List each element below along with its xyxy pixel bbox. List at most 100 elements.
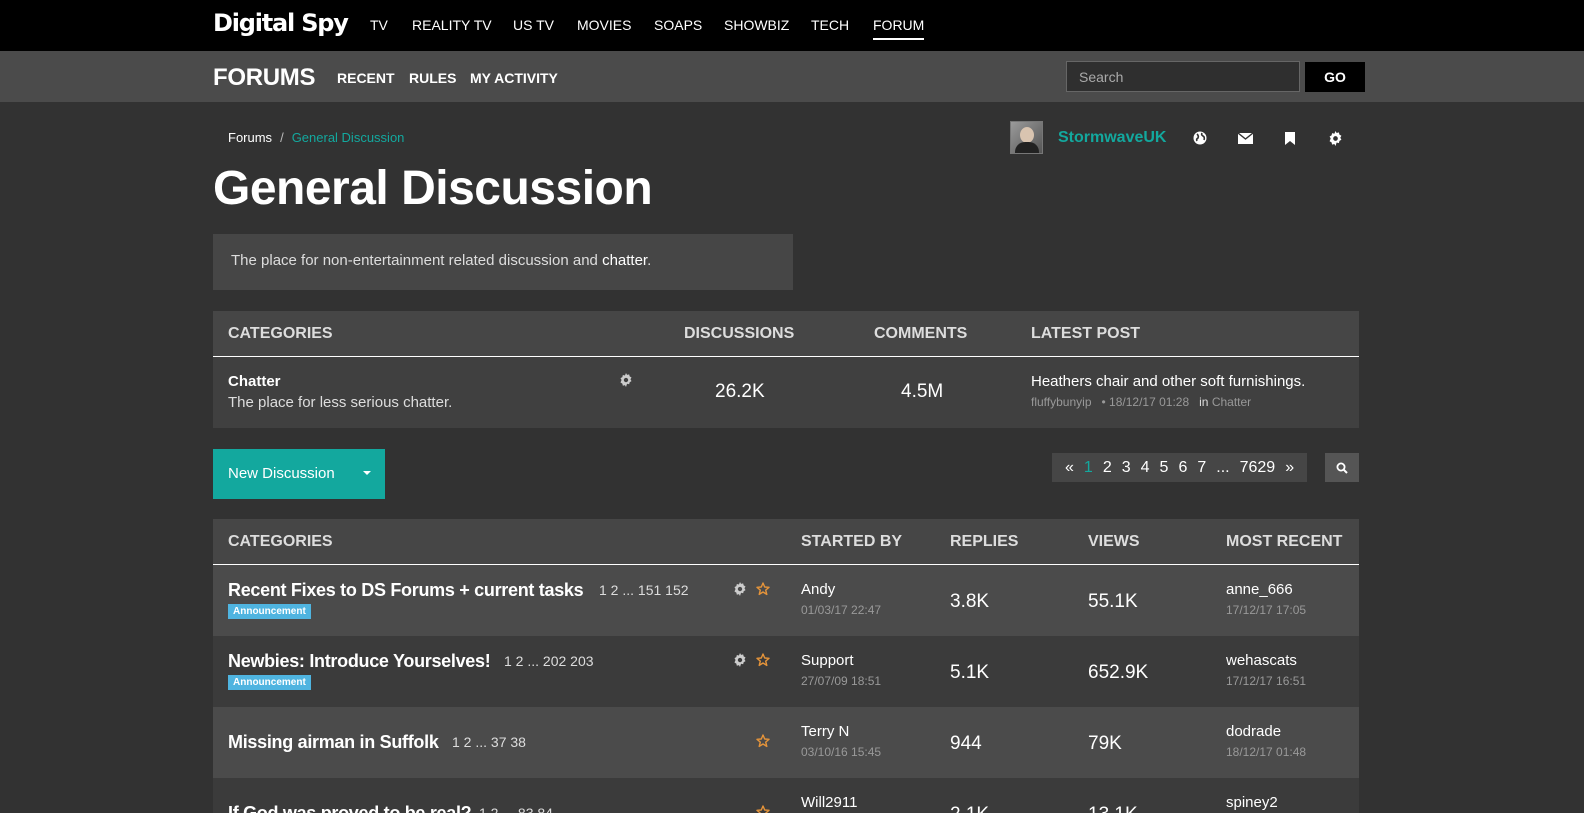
most-recent-user[interactable]: wehascats (1226, 652, 1297, 669)
pager-page-6[interactable]: 6 (1178, 459, 1187, 477)
table-row[interactable]: Missing airman in Suffolk 1 2 ... 37 38 … (213, 707, 1359, 778)
avatar-face (1020, 127, 1034, 143)
search-icon[interactable] (1325, 453, 1359, 482)
latest-post-category[interactable]: Chatter (1212, 395, 1251, 409)
categories-table: CATEGORIES DISCUSSIONS COMMENTS LATEST P… (213, 311, 1359, 428)
gear-icon[interactable] (619, 373, 633, 392)
globe-icon[interactable] (1191, 129, 1209, 147)
breadcrumb-separator: / (280, 130, 284, 145)
nav-us-tv[interactable]: US TV (513, 17, 554, 33)
pager-prev[interactable]: « (1065, 459, 1074, 477)
discussion-title[interactable]: If God was proved to be real? (228, 803, 472, 813)
avatar[interactable] (1010, 121, 1043, 154)
description-text: The place for non-entertainment related … (231, 252, 603, 269)
discussion-title[interactable]: Recent Fixes to DS Forums + current task… (228, 580, 584, 601)
site-logo[interactable]: Digital Spy (213, 9, 349, 37)
nav-movies[interactable]: MOVIES (577, 17, 631, 33)
announcement-badge: Announcement (228, 604, 311, 619)
pager-page-2[interactable]: 2 (1103, 459, 1112, 477)
started-by-user[interactable]: Will2911 (801, 794, 857, 811)
pager-page-5[interactable]: 5 (1160, 459, 1169, 477)
nav-tv[interactable]: TV (370, 17, 388, 33)
header-discussions: DISCUSSIONS (684, 325, 795, 342)
search-input[interactable] (1066, 61, 1300, 92)
discussion-pages[interactable]: 1 2 ... 151 152 (599, 582, 689, 598)
star-icon[interactable] (756, 805, 770, 813)
replies-count: 3.8K (950, 591, 990, 612)
most-recent-user[interactable]: anne_666 (1226, 581, 1293, 598)
pager: « 1 2 3 4 5 6 7 ... 7629 » (1052, 453, 1308, 482)
most-recent-date: 18/12/17 01:48 (1226, 745, 1307, 759)
pager-page-3[interactable]: 3 (1122, 459, 1131, 477)
new-discussion-label: New Discussion (228, 465, 335, 482)
most-recent-date: 17/12/17 16:51 (1226, 674, 1307, 688)
started-by-user[interactable]: Andy (801, 581, 835, 598)
pager-next[interactable]: » (1285, 459, 1294, 477)
nav-showbiz[interactable]: SHOWBIZ (724, 17, 789, 33)
forum-link-recent[interactable]: RECENT (337, 70, 395, 86)
nav-tech[interactable]: TECH (811, 17, 849, 33)
category-desc: The place for less serious chatter. (228, 394, 453, 411)
category-description: The place for non-entertainment related … (213, 234, 793, 290)
pager-page-4[interactable]: 4 (1141, 459, 1150, 477)
category-name[interactable]: Chatter (228, 373, 281, 390)
gear-icon[interactable] (1326, 129, 1344, 147)
latest-post-title[interactable]: Heathers chair and other soft furnishing… (1031, 373, 1305, 390)
gear-icon[interactable] (733, 582, 747, 601)
most-recent-user[interactable]: dodrade (1226, 723, 1281, 740)
search-go-button[interactable]: GO (1305, 62, 1365, 92)
discussion-title[interactable]: Missing airman in Suffolk (228, 732, 439, 753)
page-title: General Discussion (213, 162, 653, 215)
table-row[interactable]: Recent Fixes to DS Forums + current task… (213, 565, 1359, 636)
avatar-body (1015, 142, 1039, 153)
star-icon[interactable] (756, 734, 770, 753)
header-started-by: STARTED BY (801, 533, 903, 550)
breadcrumb-current[interactable]: General Discussion (292, 130, 405, 145)
forums-title[interactable]: FORUMS (213, 64, 316, 92)
views-count: 652.9K (1088, 662, 1149, 683)
mail-icon[interactable] (1236, 129, 1254, 147)
pager-page-7[interactable]: 7 (1197, 459, 1206, 477)
started-by-user[interactable]: Support (801, 652, 854, 669)
announcement-badge: Announcement (228, 675, 311, 690)
replies-count: 2.1K (950, 804, 989, 813)
nav-soaps[interactable]: SOAPS (654, 17, 702, 33)
category-row: Chatter The place for less serious chatt… (213, 357, 1359, 428)
header-latest-post: LATEST POST (1031, 325, 1141, 342)
latest-post-in: in (1199, 395, 1209, 409)
started-by-user[interactable]: Terry N (801, 723, 849, 740)
new-discussion-button[interactable]: New Discussion (213, 449, 385, 499)
gear-icon[interactable] (733, 653, 747, 672)
star-icon[interactable] (756, 582, 770, 601)
discussion-pages[interactable]: 1 2 ... 37 38 (452, 734, 526, 750)
discussion-pages[interactable]: 1 2 ... 202 203 (504, 653, 594, 669)
latest-post-user[interactable]: fluffybunyip (1031, 395, 1092, 409)
star-icon[interactable] (756, 653, 770, 672)
discussions-table-header: CATEGORIES STARTED BY REPLIES VIEWS MOST… (213, 519, 1359, 565)
nav-reality-tv[interactable]: REALITY TV (412, 17, 492, 33)
pager-page-last[interactable]: 7629 (1240, 459, 1276, 477)
nav-forum[interactable]: FORUM (873, 17, 925, 40)
username-link[interactable]: StormwaveUK (1058, 129, 1166, 147)
views-count: 79K (1088, 733, 1122, 754)
table-row[interactable]: Newbies: Introduce Yourselves! 1 2 ... 2… (213, 636, 1359, 707)
header-categories: CATEGORIES (228, 533, 333, 550)
top-nav: Digital Spy TV REALITY TV US TV MOVIES S… (0, 0, 1584, 51)
discussions-table: CATEGORIES STARTED BY REPLIES VIEWS MOST… (213, 519, 1359, 813)
category-discussions-count: 26.2K (715, 381, 765, 402)
pager-page-1[interactable]: 1 (1084, 459, 1093, 477)
category-comments-count: 4.5M (901, 381, 944, 402)
discussion-title[interactable]: Newbies: Introduce Yourselves! (228, 651, 491, 672)
table-row[interactable]: If God was proved to be real? 1 2 ... 83… (213, 778, 1359, 813)
breadcrumb-forums[interactable]: Forums (228, 130, 272, 145)
started-date: 03/10/16 15:45 (801, 745, 882, 759)
most-recent-user[interactable]: spiney2 (1226, 794, 1278, 811)
description-link-chatter[interactable]: chatter (602, 252, 647, 269)
forum-link-rules[interactable]: RULES (409, 70, 456, 86)
started-date: 27/07/09 18:51 (801, 674, 882, 688)
forum-link-my-activity[interactable]: MY ACTIVITY (470, 70, 558, 86)
discussion-pages[interactable]: 1 2 ... 83 84 (479, 805, 553, 813)
chevron-down-icon[interactable] (363, 471, 371, 475)
categories-table-header: CATEGORIES DISCUSSIONS COMMENTS LATEST P… (213, 311, 1359, 357)
bookmark-icon[interactable] (1281, 129, 1299, 147)
